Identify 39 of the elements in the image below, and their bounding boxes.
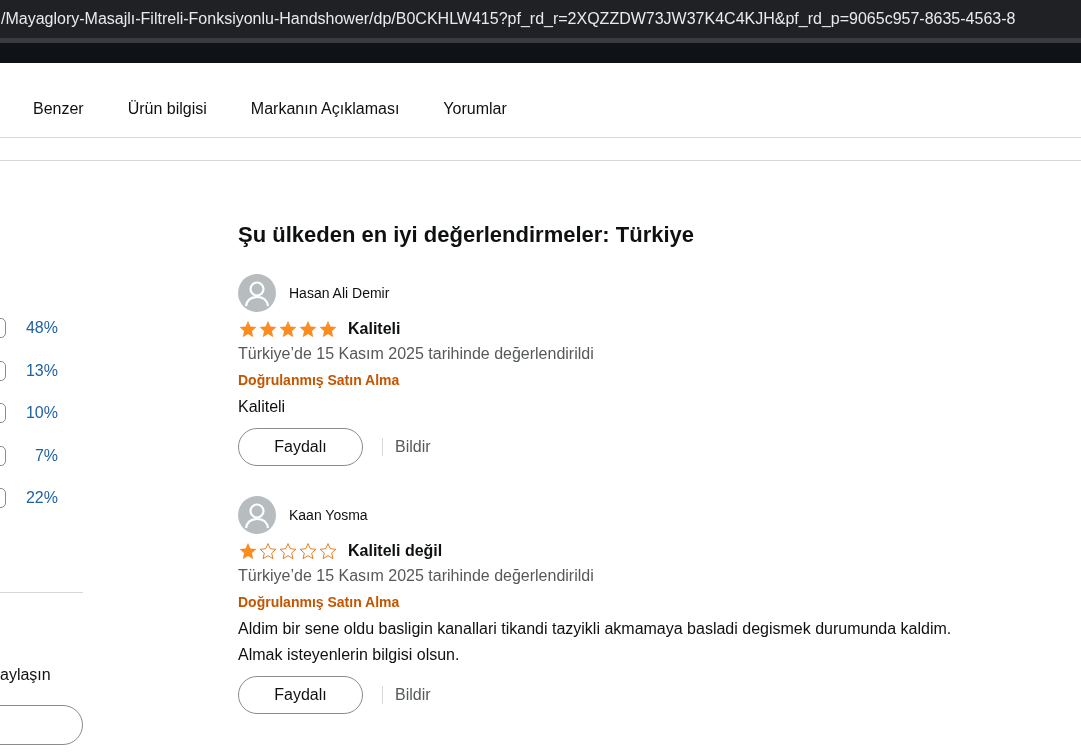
nav-tab[interactable]: Ürün bilgisi [127, 97, 207, 121]
star-icon [258, 541, 278, 561]
review-text: Aldim bir sene oldu basligin kanallari tikandi tazyikli akmamaya basladi degismek durumunda kaldim. [238, 619, 953, 639]
rating-percent[interactable]: 10% [6, 404, 58, 423]
write-review-button[interactable] [0, 704, 83, 745]
star-icon [298, 319, 318, 339]
star-icon [238, 541, 258, 561]
report-link[interactable]: Bildir [395, 686, 431, 704]
review-text: Kaliteli [238, 397, 287, 417]
star-icon [238, 319, 258, 339]
helpful-button[interactable]: Faydalı [238, 428, 363, 466]
star-icon [278, 319, 298, 339]
star-icon [318, 319, 338, 339]
rating-percent[interactable]: 13% [6, 361, 58, 380]
avatar-icon [238, 496, 276, 534]
review-date: Türkiye’de 15 Kasım 2025 tarihinde değerlendirildi [238, 344, 595, 364]
rating-percent[interactable]: 7% [6, 446, 58, 465]
nav-tab[interactable]: Markanın Açıklaması [250, 97, 400, 121]
reviewer-name[interactable]: Hasan Ali Demir [289, 285, 390, 301]
helpful-button[interactable]: Faydalı [238, 676, 363, 714]
verified-purchase-label: Doğrulanmış Satın Alma [238, 371, 400, 390]
nav-tab[interactable]: Yorumlar [443, 97, 507, 121]
star-icon [258, 319, 278, 339]
reviewer-name[interactable]: Kaan Yosma [289, 507, 368, 523]
star-icon [298, 541, 318, 561]
avatar-icon [238, 274, 276, 312]
review-date: Türkiye’de 15 Kasım 2025 tarihinde değerlendirildi [238, 566, 595, 586]
star-icon [278, 541, 298, 561]
report-link[interactable]: Bildir [395, 438, 431, 456]
review-title[interactable]: Kaliteli [348, 320, 401, 338]
nav-tab[interactable]: Benzer [33, 97, 84, 121]
rating-percent[interactable]: 48% [6, 319, 58, 338]
verified-purchase-label: Doğrulanmış Satın Alma [238, 593, 400, 612]
star-icon [318, 541, 338, 561]
reviews-heading: Şu ülkeden en iyi değerlendirmeler: Türkiye [238, 221, 696, 249]
review-text: Almak isteyenlerin bilgisi olsun. [238, 645, 461, 665]
review-title[interactable]: Kaliteli değil [348, 542, 443, 560]
share-heading: aylaşın [0, 665, 52, 684]
rating-percent[interactable]: 22% [6, 489, 58, 508]
